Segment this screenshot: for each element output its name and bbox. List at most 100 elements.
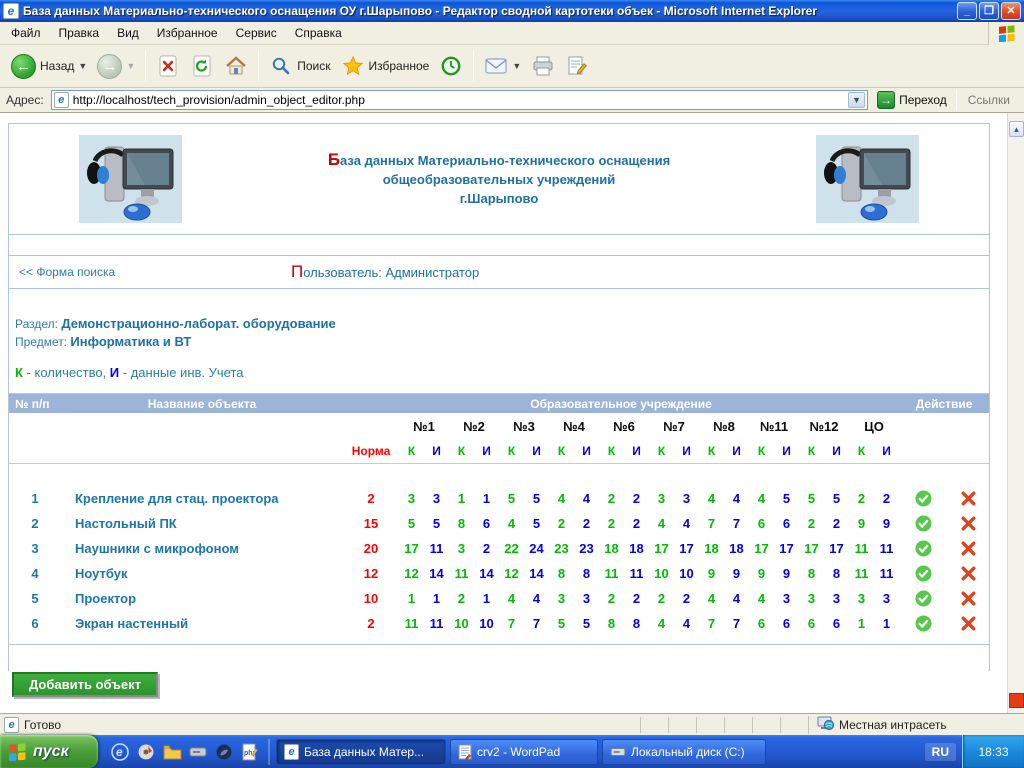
windows-flag-icon	[8, 742, 27, 761]
menu-item-edit[interactable]: Правка	[50, 23, 109, 43]
computer-image-right	[816, 135, 919, 223]
minimize-button[interactable]: _	[957, 2, 977, 20]
i-value: 18	[724, 536, 749, 561]
status-pane	[668, 717, 696, 733]
i-value: 2	[624, 586, 649, 611]
confirm-button[interactable]	[899, 536, 947, 561]
mail-button[interactable]: ▼	[479, 52, 526, 80]
scroll-down-red-block[interactable]	[1009, 693, 1024, 708]
mail-dropdown-icon[interactable]: ▼	[512, 61, 521, 71]
status-pane	[724, 717, 752, 733]
add-object-button[interactable]: Добавить объект	[12, 672, 158, 697]
page-icon: e	[54, 92, 69, 108]
k-value: 9	[849, 511, 874, 536]
i-value: 4	[724, 486, 749, 511]
delete-button[interactable]	[947, 586, 989, 611]
address-label: Адрес:	[4, 93, 46, 107]
scroll-up-icon[interactable]: ▲	[1009, 121, 1024, 137]
address-dropdown-button[interactable]: ▼	[848, 92, 865, 108]
legend-mid: - количество,	[23, 365, 110, 380]
links-button[interactable]: Ссылки	[962, 93, 1020, 107]
ql-php-editor-icon[interactable]: php	[240, 742, 260, 762]
i-value: 3	[874, 586, 899, 611]
school-header: №3	[499, 413, 549, 440]
ql-ie-icon[interactable]: e	[110, 742, 130, 762]
i-value: 23	[574, 536, 599, 561]
menu-item-file[interactable]: Файл	[2, 23, 50, 43]
legend-tail: - данные инв. Учета	[119, 365, 243, 380]
confirm-button[interactable]	[899, 511, 947, 536]
menu-item-help[interactable]: Справка	[286, 23, 351, 43]
refresh-button[interactable]	[185, 52, 219, 80]
ql-drive-icon[interactable]	[188, 742, 208, 762]
k-value: 5	[549, 611, 574, 636]
clock[interactable]: 18:33	[978, 745, 1008, 759]
mail-icon	[484, 54, 508, 78]
edit-button[interactable]	[560, 52, 594, 80]
confirm-button[interactable]	[899, 586, 947, 611]
maximize-button[interactable]: ❐	[979, 2, 999, 20]
menu-item-favorites[interactable]: Избранное	[148, 23, 227, 43]
k-value: 3	[549, 586, 574, 611]
window-title: База данных Материально-технического осн…	[23, 4, 957, 18]
i-value: 11	[424, 611, 449, 636]
history-button[interactable]	[434, 52, 468, 80]
back-dropdown-icon[interactable]: ▼	[78, 61, 87, 71]
norm-value: 12	[343, 561, 399, 586]
k-column-label: К	[699, 440, 724, 463]
print-button[interactable]	[526, 52, 560, 80]
close-button[interactable]: ✕	[1001, 2, 1021, 20]
stop-button[interactable]	[151, 52, 185, 80]
k-value: 1	[399, 586, 424, 611]
delete-button[interactable]	[947, 611, 989, 636]
task-button-wordpad[interactable]: crv2 - WordPad	[450, 739, 598, 765]
security-zone: Местная интрасеть	[808, 716, 1020, 734]
gap-row	[9, 463, 989, 486]
search-label: Поиск	[297, 59, 330, 73]
start-button[interactable]: пуск	[0, 735, 98, 768]
ql-folder-icon[interactable]	[162, 742, 182, 762]
school-header: №1	[399, 413, 449, 440]
search-button[interactable]: Поиск	[264, 52, 335, 80]
delete-button[interactable]	[947, 536, 989, 561]
search-form-link[interactable]: << Форма поиска	[9, 265, 115, 279]
subject-label: Предмет:	[15, 335, 67, 349]
i-value: 4	[674, 611, 699, 636]
status-pane	[752, 717, 780, 733]
ql-dark-app-icon[interactable]	[214, 742, 234, 762]
k-value: 4	[699, 486, 724, 511]
k-value: 18	[699, 536, 724, 561]
school-header: №6	[599, 413, 649, 440]
i-value: 9	[874, 511, 899, 536]
delete-button[interactable]	[947, 511, 989, 536]
k-value: 12	[499, 561, 524, 586]
k-value: 9	[699, 561, 724, 586]
confirm-button[interactable]	[899, 486, 947, 511]
home-button[interactable]	[219, 52, 253, 80]
favorites-button[interactable]: Избранное	[336, 52, 435, 80]
delete-button[interactable]	[947, 486, 989, 511]
print-icon	[531, 54, 555, 78]
i-value: 1	[474, 586, 499, 611]
school-header: №7	[649, 413, 699, 440]
forward-button[interactable]: → ▼	[92, 52, 140, 81]
vertical-scrollbar[interactable]: ▲	[1007, 113, 1024, 713]
confirm-button[interactable]	[899, 561, 947, 586]
k-value: 2	[599, 486, 624, 511]
i-column-label: И	[524, 440, 549, 463]
language-indicator[interactable]: RU	[925, 743, 956, 761]
i-value: 6	[824, 611, 849, 636]
confirm-button[interactable]	[899, 611, 947, 636]
delete-button[interactable]	[947, 561, 989, 586]
status-page-icon: e	[4, 717, 19, 733]
forward-dropdown-icon: ▼	[126, 61, 135, 71]
ql-media-icon[interactable]	[136, 742, 156, 762]
go-button[interactable]: → Переход	[873, 91, 951, 109]
menu-item-tools[interactable]: Сервис	[227, 23, 286, 43]
task-button-database[interactable]: e База данных Матер...	[276, 739, 446, 765]
task-button-local-disk[interactable]: Локальный диск (C:)	[602, 739, 766, 765]
address-input[interactable]: e http://localhost/tech_provision/admin_…	[51, 90, 868, 110]
i-value: 2	[674, 586, 699, 611]
menu-item-view[interactable]: Вид	[108, 23, 148, 43]
back-button[interactable]: ← Назад ▼	[6, 52, 92, 81]
